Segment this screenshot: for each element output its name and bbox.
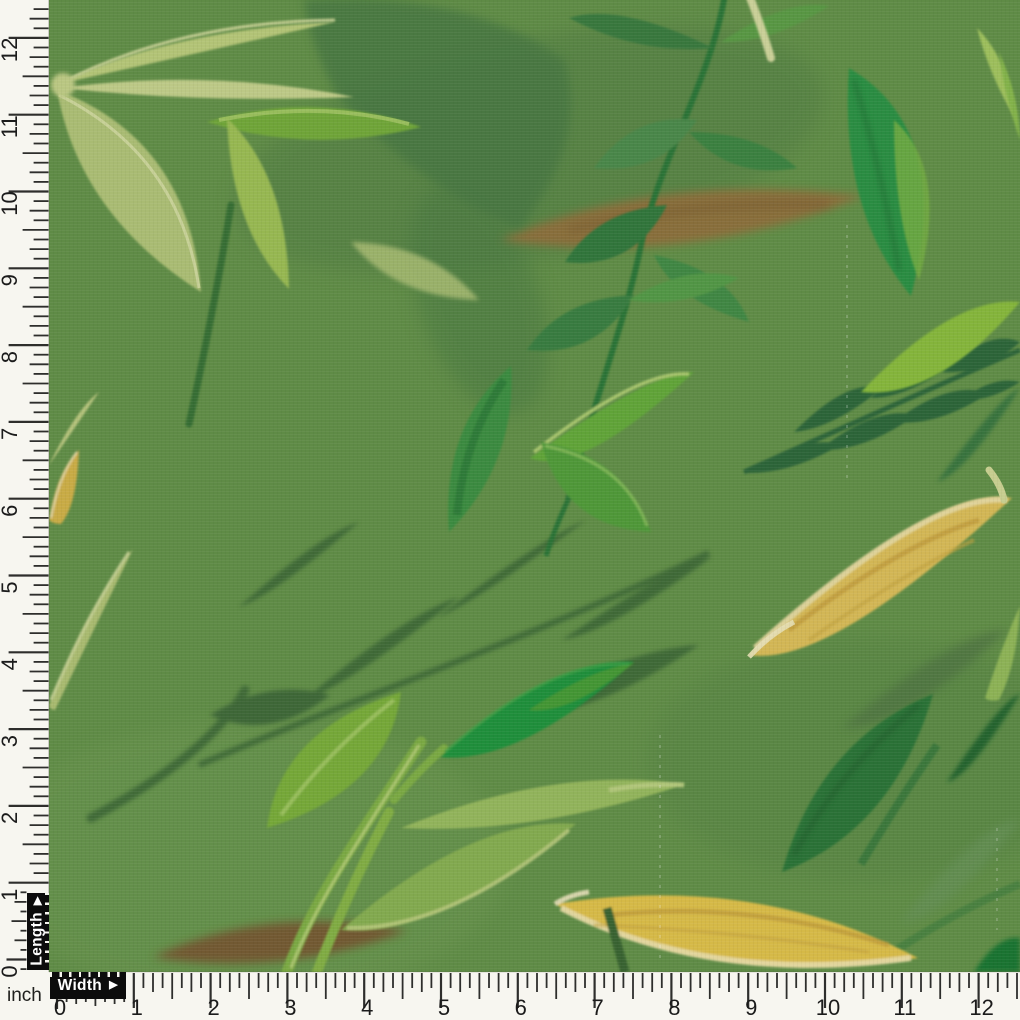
fabric-swatch <box>49 0 1020 972</box>
length-ruler-strip <box>0 0 49 1020</box>
length-ruler-number: 3 <box>0 735 22 747</box>
up-arrow-icon: ▶ <box>32 897 43 906</box>
width-axis-label: Width ▶ <box>50 972 127 999</box>
length-ruler-number: 4 <box>0 658 22 670</box>
width-ruler-number: 9 <box>745 995 757 1020</box>
width-ruler-number: 10 <box>816 995 840 1020</box>
unit-label: inch <box>0 972 49 1020</box>
length-ruler-number: 12 <box>0 38 22 62</box>
width-label: Width <box>58 977 102 995</box>
width-ruler-number: 2 <box>207 995 219 1020</box>
fabric-weave-texture <box>49 0 1020 972</box>
width-ruler-number: 4 <box>361 995 373 1020</box>
length-ruler-number: 7 <box>0 428 22 440</box>
width-ruler-number: 11 <box>893 995 916 1020</box>
width-ruler-number: 5 <box>438 995 450 1020</box>
length-axis-label: Length ▶ <box>27 893 50 970</box>
length-ruler-number: 6 <box>0 505 22 517</box>
width-ruler-number: 8 <box>668 995 680 1020</box>
length-ruler-number: 2 <box>0 812 22 824</box>
length-ruler-number: 8 <box>0 351 22 363</box>
length-ruler-number: 10 <box>0 191 22 215</box>
width-ruler-number: 3 <box>284 995 296 1020</box>
fabric-swatch-photo: 01234567891011120123456789101112 Length … <box>0 0 1020 1020</box>
length-ruler-number: 9 <box>0 274 22 286</box>
length-ruler-number: 1 <box>0 889 22 901</box>
width-ruler-number: 6 <box>515 995 527 1020</box>
length-ruler-number: 5 <box>0 581 22 593</box>
width-ruler-number: 7 <box>591 995 603 1020</box>
length-ruler-number: 11 <box>0 115 22 138</box>
width-ruler-number: 1 <box>131 995 143 1020</box>
width-ruler-strip <box>0 972 1020 1020</box>
right-arrow-icon: ▶ <box>109 980 118 991</box>
width-ruler-number: 12 <box>969 995 993 1020</box>
length-label: Length <box>29 912 47 965</box>
